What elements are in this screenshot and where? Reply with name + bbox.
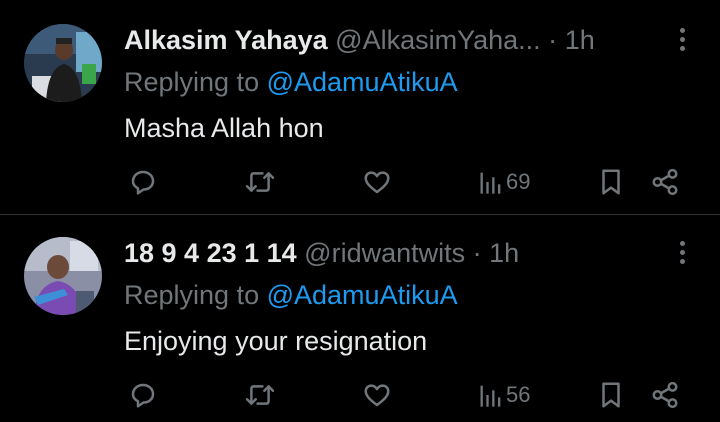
- reply-tweet[interactable]: 18 9 4 23 1 14 @ridwantwits · 1h Replyin…: [0, 215, 720, 422]
- repost-icon: [245, 172, 275, 192]
- repost-button[interactable]: [244, 164, 276, 200]
- like-button[interactable]: [362, 164, 392, 200]
- tweet-text: Masha Allah hon: [124, 113, 324, 143]
- bookmark-button[interactable]: [598, 377, 624, 413]
- reply-button[interactable]: [128, 377, 158, 413]
- display-name[interactable]: Alkasim Yahaya: [124, 25, 328, 55]
- more-icon[interactable]: [678, 241, 686, 267]
- display-name[interactable]: 18 9 4 23 1 14: [124, 238, 297, 268]
- tweet-header: Alkasim Yahaya @AlkasimYaha... · 1h: [124, 22, 660, 58]
- like-icon: [364, 171, 390, 194]
- separator-dot: ·: [472, 238, 482, 268]
- reply-tweet[interactable]: Alkasim Yahaya @AlkasimYaha... · 1h Repl…: [0, 0, 720, 214]
- tweet-text: Enjoying your resignation: [124, 326, 428, 356]
- separator-dot: ·: [548, 25, 558, 55]
- views-button[interactable]: 56: [478, 377, 530, 413]
- reply-icon: [131, 383, 155, 408]
- reply-button[interactable]: [128, 164, 158, 200]
- avatar[interactable]: [24, 237, 102, 315]
- share-icon: [652, 381, 678, 409]
- timestamp[interactable]: 1h: [489, 238, 519, 268]
- user-handle[interactable]: @ridwantwits: [304, 238, 465, 268]
- like-button[interactable]: [362, 377, 392, 413]
- bookmark-icon: [602, 382, 620, 408]
- reply-target-link[interactable]: @AdamuAtikuA: [267, 67, 458, 97]
- more-icon[interactable]: [678, 28, 686, 54]
- share-icon: [652, 168, 678, 196]
- avatar[interactable]: [24, 24, 102, 102]
- repost-icon: [245, 385, 275, 405]
- bookmark-button[interactable]: [598, 164, 624, 200]
- action-bar: 69: [124, 164, 690, 200]
- share-button[interactable]: [650, 164, 680, 200]
- action-bar: 56: [124, 377, 690, 413]
- user-handle[interactable]: @AlkasimYaha...: [335, 25, 540, 55]
- reply-target-link[interactable]: @AdamuAtikuA: [267, 280, 458, 310]
- replying-to-line: Replying to @AdamuAtikuA: [124, 64, 458, 100]
- like-icon: [364, 384, 390, 407]
- timestamp[interactable]: 1h: [565, 25, 595, 55]
- replying-to-label: Replying to: [124, 67, 260, 97]
- bookmark-icon: [602, 169, 620, 195]
- views-icon: [480, 172, 501, 194]
- views-button[interactable]: 69: [478, 164, 530, 200]
- share-button[interactable]: [650, 377, 680, 413]
- replying-to-line: Replying to @AdamuAtikuA: [124, 277, 458, 313]
- repost-button[interactable]: [244, 377, 276, 413]
- views-count: 56: [506, 382, 531, 407]
- reply-icon: [131, 170, 155, 195]
- replying-to-label: Replying to: [124, 280, 260, 310]
- views-count: 69: [506, 169, 531, 194]
- reply-feed: Alkasim Yahaya @AlkasimYaha... · 1h Repl…: [0, 0, 720, 422]
- tweet-header: 18 9 4 23 1 14 @ridwantwits · 1h: [124, 235, 660, 271]
- views-icon: [480, 385, 501, 407]
